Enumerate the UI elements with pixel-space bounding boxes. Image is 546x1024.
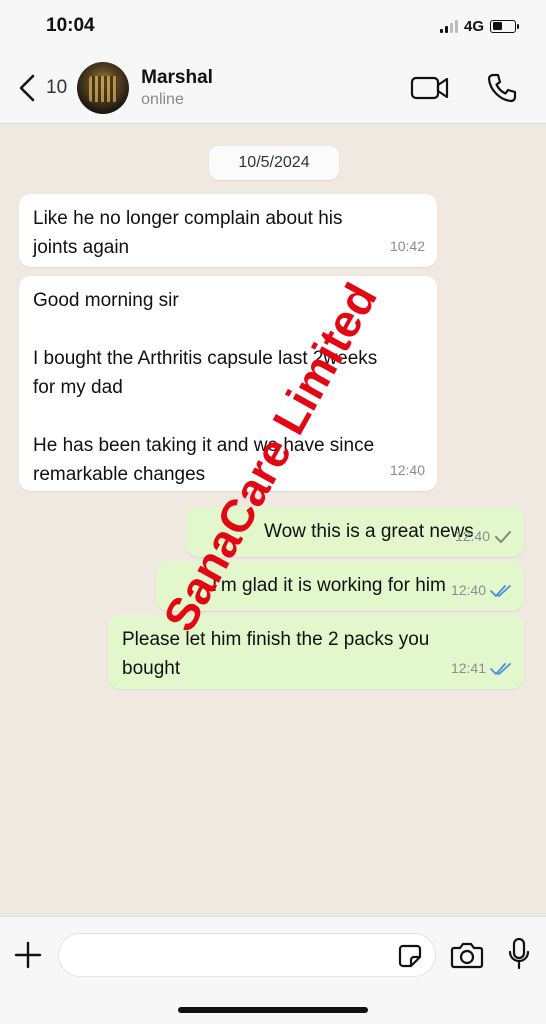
status-time: 10:04 xyxy=(46,15,95,36)
microphone-icon[interactable] xyxy=(508,937,530,971)
date-chip: 10/5/2024 xyxy=(209,146,339,180)
message-bubble[interactable]: Good morning sir I bought the Arthritis … xyxy=(19,276,437,491)
message-time: 10:42 xyxy=(389,238,425,254)
double-check-icon xyxy=(490,584,511,597)
message-bubble[interactable]: Please let him finish the 2 packs you bo… xyxy=(108,615,524,689)
battery-icon xyxy=(490,19,519,33)
message-input[interactable] xyxy=(58,933,436,977)
plus-icon[interactable] xyxy=(14,941,42,969)
chat-header: 10 Marshal online xyxy=(0,52,546,124)
status-bar: 10:04 4G xyxy=(0,0,546,52)
message-text: Good morning sir I bought the Arthritis … xyxy=(33,290,378,485)
unread-count: 10 xyxy=(46,76,68,98)
camera-icon[interactable] xyxy=(450,941,484,969)
single-check-icon xyxy=(495,530,511,543)
network-label: 4G xyxy=(463,17,484,35)
chevron-left-icon xyxy=(19,74,35,101)
double-check-icon xyxy=(490,662,511,675)
sticker-icon[interactable] xyxy=(397,943,423,969)
message-bubble[interactable]: I'm glad it is working for him 12:40 xyxy=(156,561,524,611)
message-bubble[interactable]: Like he no longer complain about his joi… xyxy=(19,194,437,267)
home-indicator[interactable] xyxy=(178,1007,368,1013)
message-composer xyxy=(0,916,546,1024)
phone-icon[interactable] xyxy=(486,72,518,104)
message-bubble[interactable]: Wow this is a great news 12:40 xyxy=(186,507,524,557)
message-time: 12:40 xyxy=(450,582,486,598)
contact-name: Marshal xyxy=(141,66,213,88)
message-time: 12:41 xyxy=(450,660,486,676)
message-time: 12:40 xyxy=(454,528,490,544)
avatar[interactable] xyxy=(77,61,130,114)
chat-area[interactable]: 10/5/2024 Like he no longer complain abo… xyxy=(0,124,546,916)
contact-status: online xyxy=(141,90,184,108)
video-camera-icon[interactable] xyxy=(410,74,450,102)
message-time: 12:40 xyxy=(389,462,425,478)
status-indicators: 4G xyxy=(439,17,519,35)
signal-icon xyxy=(439,19,458,33)
back-button[interactable]: 10 xyxy=(18,73,67,103)
contact-info[interactable]: Marshal online xyxy=(141,67,213,109)
message-text: Like he no longer complain about his joi… xyxy=(33,208,343,258)
